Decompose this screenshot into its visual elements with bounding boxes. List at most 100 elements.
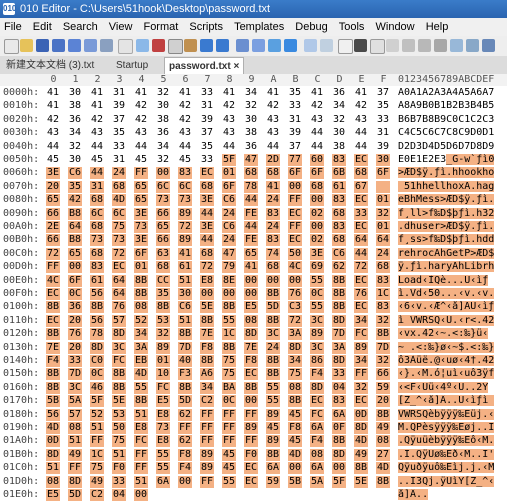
hex-byte[interactable]: 3E — [310, 247, 324, 260]
hex-byte[interactable]: 43 — [310, 114, 324, 126]
ascii-text[interactable]: eBhMess>ÆD$ÿ.ƒì. — [398, 194, 502, 206]
hex-byte[interactable]: E8 — [134, 422, 148, 434]
hex-byte[interactable]: 43 — [222, 114, 236, 126]
hex-byte[interactable]: 45 — [46, 154, 60, 166]
hex-byte[interactable]: 6F — [134, 247, 148, 260]
hex-byte[interactable]: EC — [354, 194, 368, 207]
hex-byte[interactable]: 43 — [266, 114, 280, 126]
hex-byte[interactable]: 8B — [178, 328, 192, 341]
hex-byte[interactable]: F8 — [200, 341, 214, 354]
hex-byte[interactable]: EC — [354, 221, 368, 233]
hex-byte[interactable]: 33 — [376, 114, 390, 126]
hex-byte[interactable]: 08 — [288, 381, 302, 394]
hex-byte[interactable]: 39 — [112, 100, 126, 112]
hex-byte[interactable]: 89 — [266, 408, 280, 421]
hex-byte[interactable]: EC — [244, 475, 258, 488]
hex-byte[interactable]: 42 — [90, 114, 104, 126]
hex-byte[interactable]: 3C — [68, 381, 82, 394]
hex-byte[interactable]: 76 — [354, 288, 368, 300]
redo-icon[interactable] — [216, 39, 229, 52]
hex-byte[interactable]: 8B — [134, 288, 148, 300]
ascii-text[interactable]: A0A1A2A3A4A5A6A7 — [398, 87, 502, 99]
hex-byte[interactable]: 5B — [288, 475, 302, 488]
menu-window[interactable]: Window — [372, 18, 419, 36]
hex-byte[interactable]: 24 — [112, 167, 126, 180]
hex-byte[interactable]: 43 — [354, 114, 368, 126]
ascii-text[interactable]: >ÆD$ÿ.ƒì.hhookho — [398, 167, 502, 179]
hex-byte[interactable]: 49 — [354, 448, 368, 461]
hex-byte[interactable]: FF — [354, 368, 368, 381]
hex-byte[interactable]: EC — [354, 274, 368, 287]
hex-byte[interactable]: FF — [46, 261, 60, 274]
hex-byte[interactable]: F0 — [112, 462, 126, 475]
hex-byte[interactable]: 33 — [354, 207, 368, 220]
hex-byte[interactable]: 34 — [288, 355, 302, 367]
hex-byte[interactable]: 34 — [244, 87, 258, 99]
hex-byte[interactable]: 08 — [376, 435, 390, 448]
hex-byte[interactable]: 64 — [376, 234, 390, 247]
hex-byte[interactable]: 5D — [178, 395, 192, 408]
hex-byte[interactable]: 8B — [266, 288, 280, 300]
hex-byte[interactable]: 8B — [332, 301, 346, 314]
hex-byte[interactable]: FF — [288, 221, 302, 233]
binary-icon[interactable] — [434, 39, 447, 52]
hex-byte[interactable]: 00 — [310, 221, 324, 233]
hex-byte[interactable]: 61 — [332, 180, 346, 193]
hex-byte[interactable]: FC — [112, 355, 126, 367]
compare-icon[interactable] — [482, 39, 495, 52]
hex-byte[interactable]: 6F — [376, 167, 390, 180]
hex-byte[interactable]: EC — [288, 234, 302, 247]
hex-byte[interactable]: EC — [354, 395, 368, 408]
hex-byte[interactable]: 32 — [156, 87, 170, 99]
hex-byte[interactable]: 72 — [178, 221, 192, 233]
hex-byte[interactable]: 49 — [376, 422, 390, 434]
hex-byte[interactable]: FC — [354, 328, 368, 341]
hex-byte[interactable]: 62 — [178, 435, 192, 448]
hex-byte[interactable]: FF — [200, 475, 214, 488]
hex-byte[interactable]: 59 — [266, 475, 280, 488]
hex-byte[interactable]: 76 — [68, 328, 82, 341]
hex-byte[interactable]: 00 — [244, 288, 258, 300]
hex-byte[interactable]: 00 — [310, 194, 324, 207]
hex-byte[interactable]: 75 — [288, 368, 302, 381]
hex-byte[interactable]: 75 — [112, 221, 126, 233]
ascii-text[interactable]: [Z_^‹å]Â..U‹ìƒì — [398, 395, 502, 407]
hex-byte[interactable]: FC — [156, 381, 170, 394]
hex-byte[interactable]: FE — [244, 234, 258, 247]
hex-byte[interactable]: 0D — [354, 408, 368, 421]
menu-tools[interactable]: Tools — [335, 18, 369, 36]
hex-byte[interactable]: 51 — [178, 274, 192, 287]
hex-byte[interactable]: FF — [288, 194, 302, 207]
hex-byte[interactable]: 66 — [46, 207, 60, 220]
hex-byte[interactable]: FF — [68, 462, 82, 475]
hex-byte[interactable]: 44 — [266, 141, 280, 153]
hex-byte[interactable]: 44 — [90, 167, 104, 180]
hex-byte[interactable]: C6 — [332, 247, 346, 260]
hex-byte[interactable]: 44 — [200, 234, 214, 247]
menu-search[interactable]: Search — [59, 18, 102, 36]
hex-byte[interactable]: 00 — [332, 462, 346, 475]
hex-byte[interactable]: 4D — [46, 422, 60, 434]
hex-byte[interactable]: 6A — [310, 462, 324, 475]
find-icon[interactable] — [136, 39, 149, 52]
hex-byte[interactable]: 8B — [376, 328, 390, 341]
hex-byte[interactable]: 53 — [112, 408, 126, 421]
hex-byte[interactable]: C6 — [222, 221, 236, 233]
hex-byte[interactable]: 41 — [90, 100, 104, 112]
hex-byte[interactable]: 8B — [200, 355, 214, 367]
hex-byte[interactable]: 39 — [288, 127, 302, 139]
hex-byte[interactable]: FF — [222, 408, 236, 421]
ascii-text[interactable]: ~ .<:‰}ø‹~$.<:‰} — [398, 341, 502, 354]
hex-byte[interactable] — [376, 180, 390, 193]
menu-view[interactable]: View — [105, 18, 137, 36]
hex-byte[interactable]: 6F — [68, 274, 82, 287]
hex-byte[interactable]: FF — [244, 408, 258, 421]
new-file-icon[interactable] — [4, 39, 19, 54]
hex-byte[interactable]: 34 — [354, 355, 368, 367]
hex-byte[interactable]: 44 — [90, 141, 104, 153]
hex-byte[interactable]: 6C — [90, 207, 104, 220]
hex-byte[interactable]: 52 — [134, 314, 148, 327]
ascii-text[interactable]: VWRSQèbÿÿÿ‰Eüj.‹ — [398, 408, 502, 421]
hex-byte[interactable]: 8D — [332, 314, 346, 327]
hex-byte[interactable]: 01 — [376, 194, 390, 207]
